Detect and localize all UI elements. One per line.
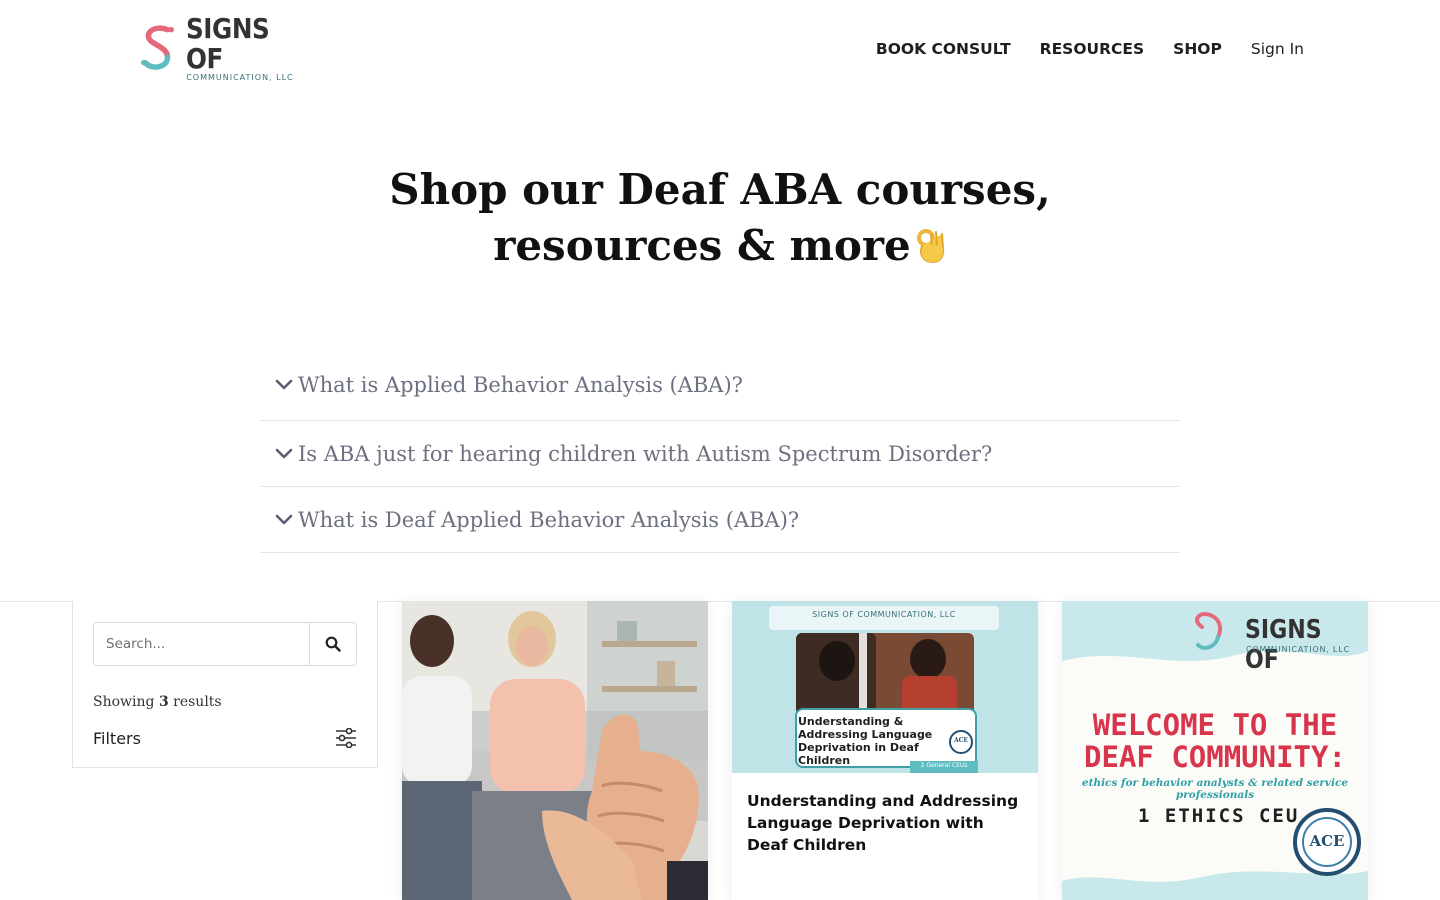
results-count-prefix: Showing (93, 694, 155, 710)
page-title: Shop our Deaf ABA courses, resources & m… (0, 162, 1440, 274)
product-card[interactable]: SIGNS OF COMMUNICATION, LLC Understandin… (732, 601, 1038, 900)
faq-item[interactable]: Is ABA just for hearing children with Au… (260, 421, 1180, 487)
page-title-line-1: Shop our Deaf ABA courses, (389, 165, 1051, 214)
image-brand-header: SIGNS OF COMMUNICATION, LLC (812, 610, 956, 619)
faq-question: Is ABA just for hearing children with Au… (298, 441, 993, 466)
nav-resources[interactable]: RESOURCES (1040, 37, 1145, 61)
image-heading-line-2: DEAF COMMUNITY: (1084, 740, 1346, 774)
logo-title: SIGNS OF (186, 12, 270, 75)
nav-sign-in[interactable]: Sign In (1251, 37, 1304, 61)
nav-book-consult[interactable]: BOOK CONSULT (876, 37, 1011, 61)
image-course-caption: Understanding & Addressing Language Depr… (798, 715, 933, 767)
main-nav: BOOK CONSULT RESOURCES SHOP Sign In (876, 37, 1304, 61)
results-count-suffix: results (173, 694, 222, 710)
faq-question: What is Deaf Applied Behavior Analysis (… (298, 507, 800, 532)
site-header: SIGNS OF COMMUNICATION, LLC BOOK CONSULT… (0, 0, 1440, 100)
filters-label: Filters (93, 728, 141, 748)
results-count-number: 3 (158, 694, 169, 710)
chevron-down-icon (275, 379, 293, 390)
sliders-icon (336, 728, 356, 748)
chevron-down-icon (275, 514, 293, 524)
product-title[interactable]: Understanding and Addressing Language De… (732, 773, 1038, 856)
search-button[interactable] (309, 623, 356, 665)
chevron-down-icon (275, 448, 293, 458)
filters-toggle[interactable]: Filters (93, 728, 357, 748)
ace-seal-icon: ACE (1309, 832, 1345, 850)
product-card[interactable]: SIGNS OF COMMUNICATION, LLC WELCOME TO T… (1062, 601, 1368, 900)
ok-hand-emoji-icon (916, 229, 944, 264)
product-image-language-deprivation: SIGNS OF COMMUNICATION, LLC Understandin… (732, 601, 1038, 773)
shop-sidebar: Showing 3 results Filters (72, 601, 378, 768)
faq-accordion: What is Applied Behavior Analysis (ABA)?… (260, 350, 1180, 553)
logo-hands-icon (140, 25, 174, 70)
site-logo[interactable]: SIGNS OF COMMUNICATION, LLC (140, 14, 320, 82)
product-image-signing-thumbs-up (402, 601, 708, 900)
faq-question: What is Applied Behavior Analysis (ABA)? (298, 373, 743, 397)
image-ceu-label: 1 ETHICS CEU (1138, 805, 1300, 827)
image-subheading: ethics for behavior analysts & related s… (1081, 777, 1349, 801)
nav-shop[interactable]: SHOP (1173, 37, 1222, 61)
page-title-line-2-text: resources & more (493, 221, 911, 270)
image-logo-subtitle: COMMUNICATION, LLC (1246, 645, 1350, 654)
search-box (93, 622, 357, 666)
ace-seal-icon: ACE (953, 737, 968, 744)
faq-item[interactable]: What is Deaf Applied Behavior Analysis (… (260, 487, 1180, 553)
image-heading: WELCOME TO THE DEAF COMMUNITY: (1062, 709, 1368, 773)
search-icon (325, 636, 341, 652)
faq-item[interactable]: What is Applied Behavior Analysis (ABA)? (260, 350, 1180, 421)
product-card[interactable] (402, 601, 708, 900)
image-heading-line-1: WELCOME TO THE (1092, 708, 1338, 742)
page-title-line-2: resources & more (0, 218, 1440, 274)
results-count: Showing 3 results (93, 694, 222, 710)
image-ceu-tag: 2 General CEUs (920, 762, 968, 769)
search-input[interactable] (94, 623, 309, 665)
